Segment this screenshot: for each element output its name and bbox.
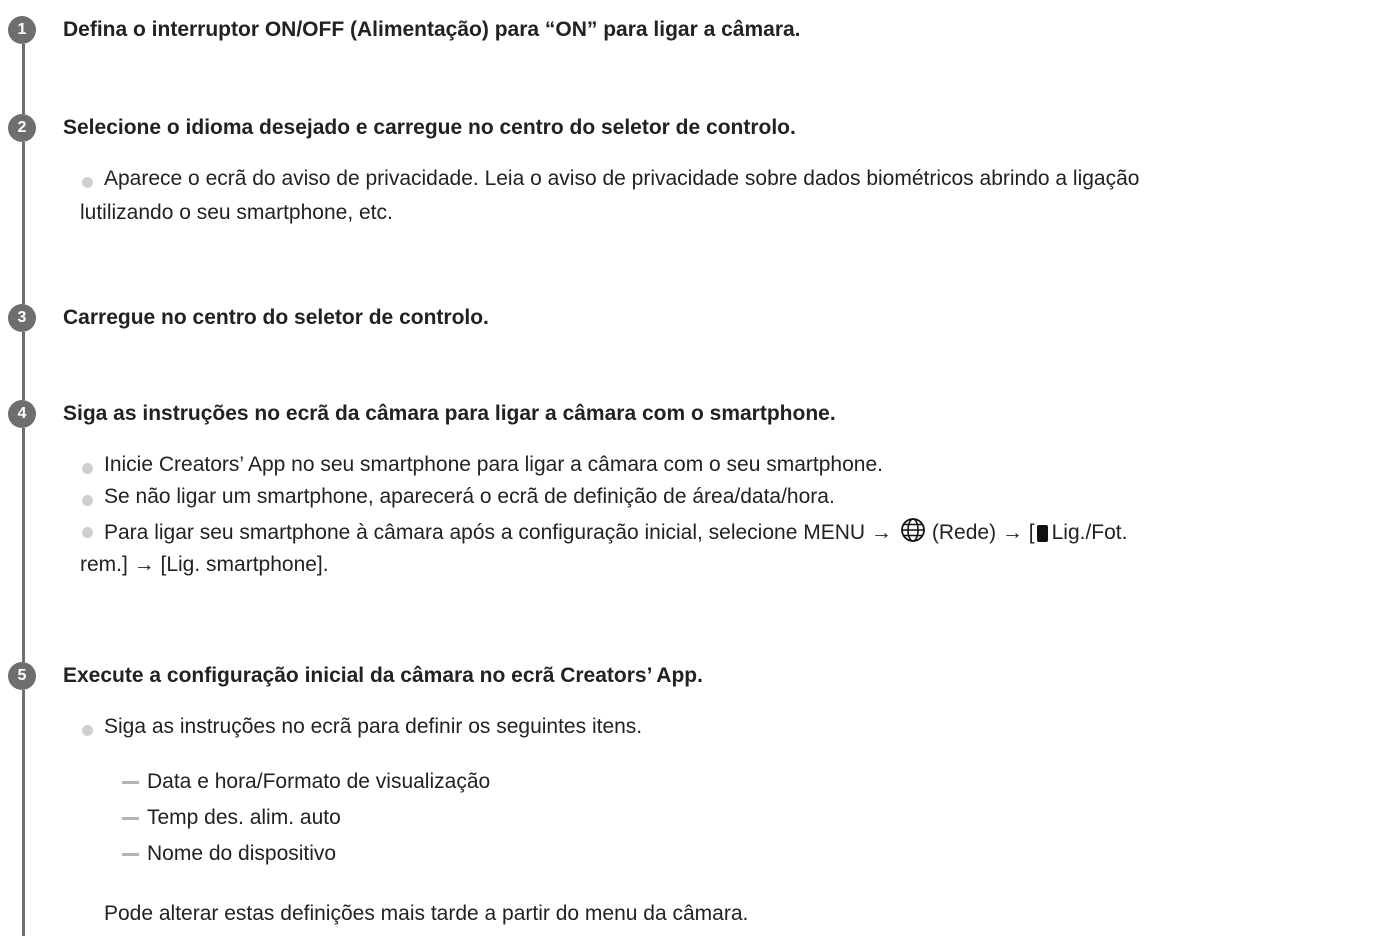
bullet-text: Aparece o ecrã do aviso de privacidade. …: [104, 167, 1140, 190]
bullet-text: rem.] → [Lig. smartphone].: [80, 553, 329, 576]
sub-item-text: Temp des. alim. auto: [147, 806, 341, 829]
step-number: 1: [8, 16, 36, 44]
bullet-text: Se não ligar um smartphone, aparecerá o …: [104, 485, 835, 508]
bullet-dot: [82, 527, 93, 538]
bullet-text: Inicie Creators’ App no seu smartphone p…: [104, 453, 883, 476]
step-connector-line: [22, 44, 25, 114]
sub-item-dash: [122, 853, 139, 856]
menu-path-text: Para ligar seu smartphone à câmara após …: [104, 521, 892, 544]
step-list: 1 Defina o interruptor ON/OFF (Alimentaç…: [0, 0, 1394, 936]
bullet-dot: [82, 725, 93, 736]
step-number: 4: [8, 400, 36, 428]
smartphone-icon: [1036, 525, 1048, 542]
step-connector-line: [22, 428, 25, 662]
step-title: Selecione o idioma desejado e carregue n…: [63, 116, 796, 139]
step-number: 5: [8, 662, 36, 690]
step-title: Defina o interruptor ON/OFF (Alimentação…: [63, 18, 801, 41]
step-connector-line: [22, 142, 25, 304]
step-number: 2: [8, 114, 36, 142]
menu-path-text: (Rede) → [: [931, 521, 1035, 544]
bullet-dot: [82, 495, 93, 506]
sub-item-dash: [122, 817, 139, 820]
bullet-text: lutilizando o seu smartphone, etc.: [80, 201, 393, 224]
step-title: Siga as instruções no ecrã da câmara par…: [63, 402, 836, 425]
bullet-dot: [82, 463, 93, 474]
step-title: Carregue no centro do seletor de control…: [63, 306, 489, 329]
globe-icon: [900, 517, 926, 549]
bullet-text-menu-path: Para ligar seu smartphone à câmara após …: [104, 517, 1127, 549]
bullet-text: Siga as instruções no ecrã para definir …: [104, 715, 643, 738]
bullet-dot: [82, 177, 93, 188]
sub-item-dash: [122, 781, 139, 784]
step-connector-line: [22, 332, 25, 400]
sub-item-text: Data e hora/Formato de visualização: [147, 770, 491, 793]
step-title: Execute a configuração inicial da câmara…: [63, 664, 703, 687]
menu-path-text: Lig./Fot.: [1051, 521, 1128, 544]
step-note: Pode alterar estas definições mais tarde…: [104, 902, 749, 925]
step-number: 3: [8, 304, 36, 332]
step-connector-line: [22, 690, 25, 936]
sub-item-text: Nome do dispositivo: [147, 842, 337, 865]
